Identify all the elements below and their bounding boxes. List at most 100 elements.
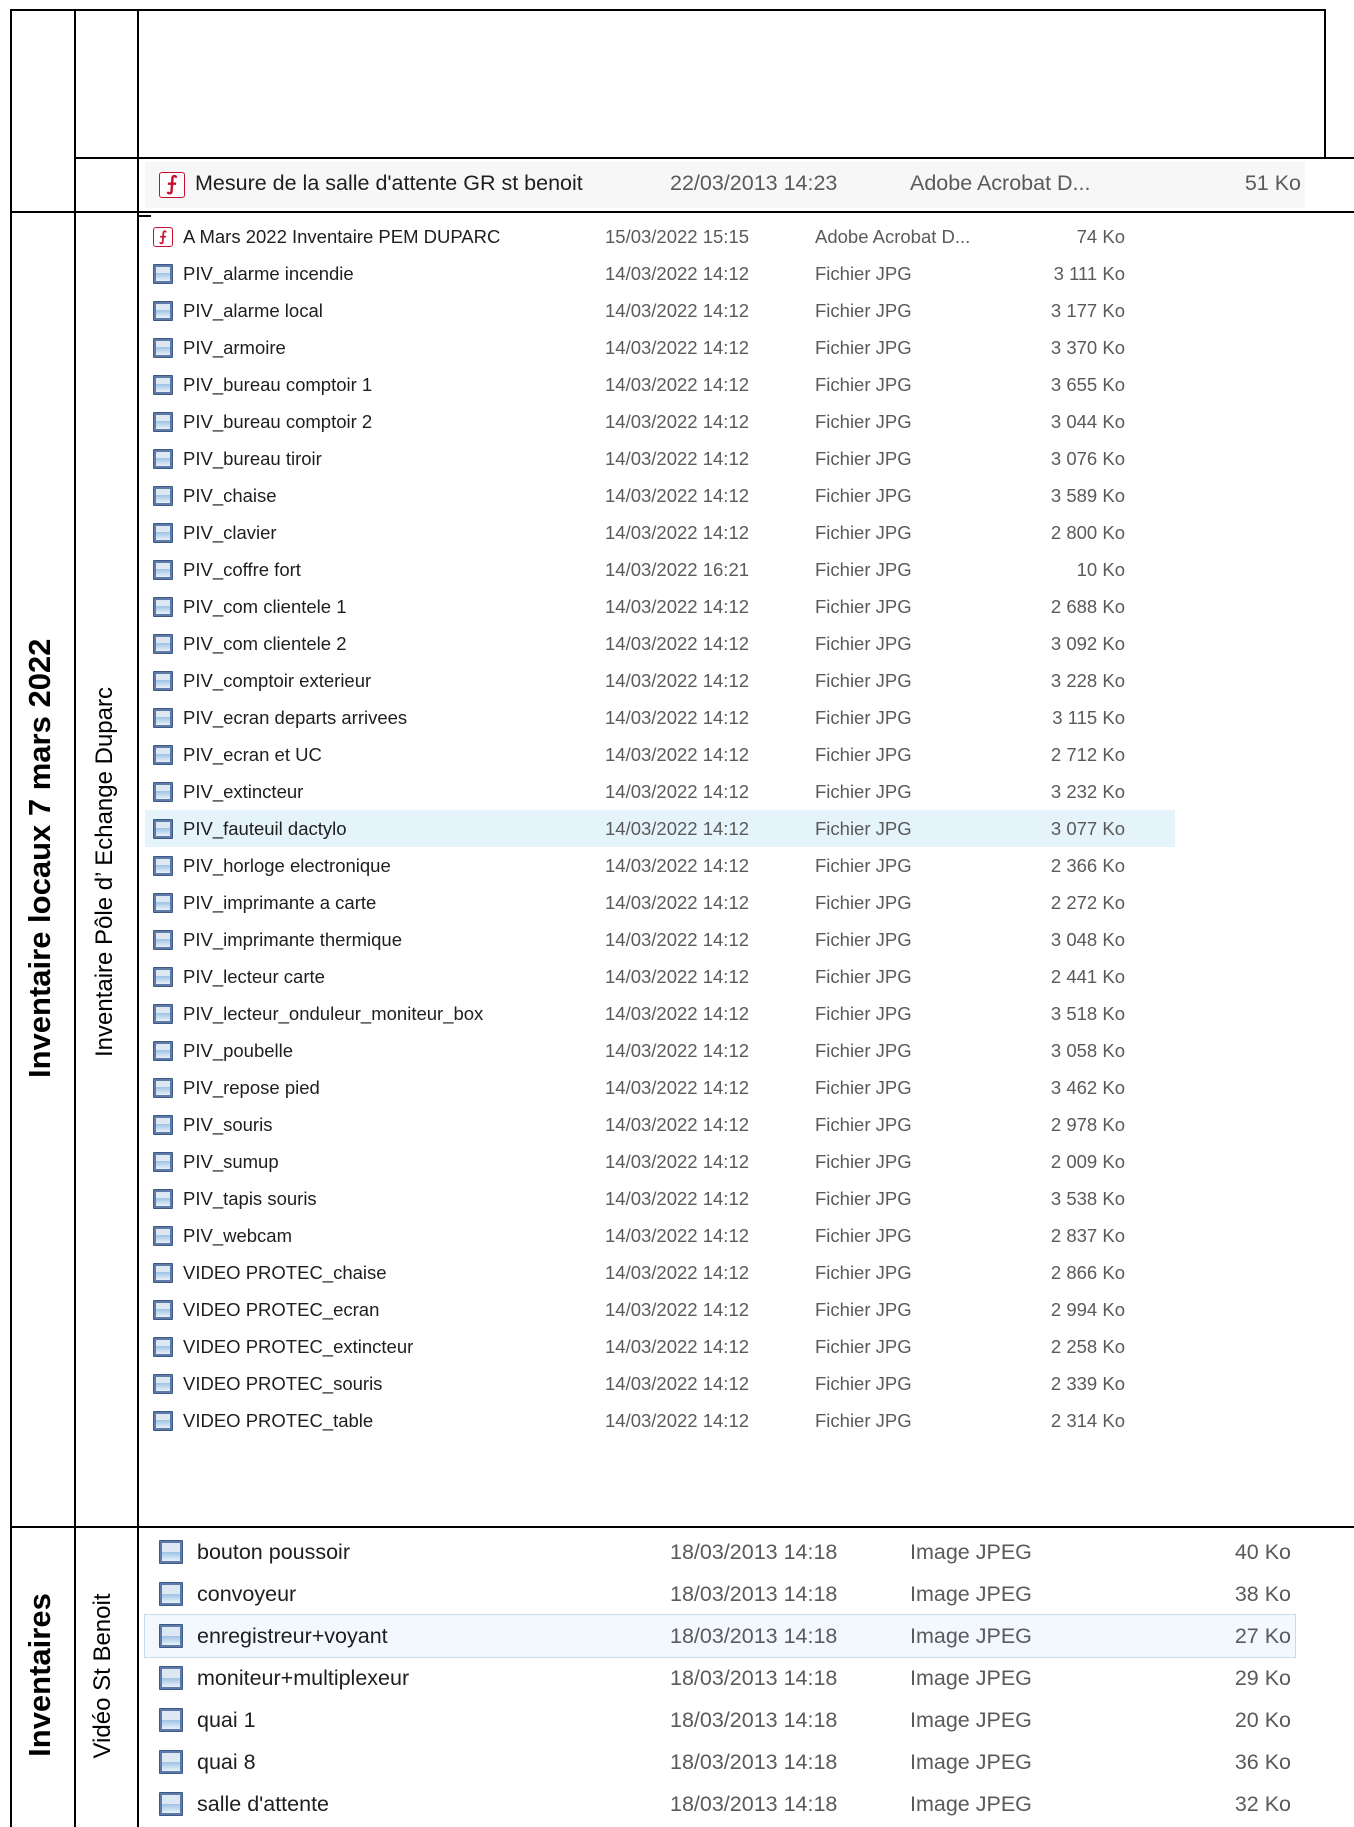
file-name: PIV_extincteur (183, 781, 304, 802)
file-type: Fichier JPG (815, 1040, 912, 1061)
file-list-middle: ⨍ A Mars 2022 Inventaire PEM DUPARC 15/03/… (145, 218, 1175, 1518)
file-name: VIDEO PROTEC_table (183, 1410, 374, 1431)
file-row[interactable]: PIV_bureau comptoir 1 14/03/2022 14:12 Fic… (145, 366, 1175, 403)
file-size: 3 518 Ko (1050, 1003, 1125, 1024)
image-icon (153, 707, 173, 728)
file-row[interactable]: PIV_tapis souris 14/03/2022 14:12 Fichier … (145, 1180, 1175, 1217)
file-row[interactable]: PIV_alarme local 14/03/2022 14:12 Fichier … (145, 292, 1175, 329)
file-size: 3 177 Ko (1050, 300, 1125, 321)
file-name: PIV_lecteur carte (183, 966, 325, 987)
file-date: 14/03/2022 14:12 (605, 1003, 750, 1024)
file-row[interactable]: PIV_comptoir exterieur 14/03/2022 14:12 Fi… (145, 662, 1175, 699)
file-type: Fichier JPG (815, 596, 912, 617)
file-name: PIV_alarme local (183, 300, 323, 321)
table-border-top (10, 9, 1326, 11)
file-row[interactable]: PIV_souris 14/03/2022 14:12 Fichier JPG 2 9… (145, 1106, 1175, 1143)
file-row[interactable]: PIV_webcam 14/03/2022 14:12 Fichier JPG 2 8… (145, 1217, 1175, 1254)
image-icon (153, 411, 173, 432)
file-row[interactable]: PIV_chaise 14/03/2022 14:12 Fichier JPG 3 5… (145, 477, 1175, 514)
file-row[interactable]: PIV_repose pied 14/03/2022 14:12 Fichier J… (145, 1069, 1175, 1106)
file-row[interactable]: PIV_fauteuil dactylo 14/03/2022 14:12 Fich… (145, 810, 1175, 847)
image-icon (153, 670, 173, 691)
file-date: 18/03/2013 14:18 (670, 1750, 838, 1774)
file-row[interactable]: PIV_extincteur 14/03/2022 14:12 Fichier JP… (145, 773, 1175, 810)
file-date: 14/03/2022 14:12 (605, 744, 750, 765)
file-row[interactable]: VIDEO PROTEC_table 14/03/2022 14:12 Fichie… (145, 1402, 1175, 1439)
file-type: Image JPEG (910, 1624, 1032, 1648)
file-row[interactable]: PIV_ecran et UC 14/03/2022 14:12 Fichier J… (145, 736, 1175, 773)
file-date: 14/03/2022 14:12 (605, 1151, 750, 1172)
file-row[interactable]: salle d'attente 18/03/2013 14:18 Image JPE… (145, 1783, 1295, 1825)
image-icon (159, 1624, 183, 1648)
file-name: PIV_souris (183, 1114, 273, 1135)
file-size: 3 370 Ko (1050, 337, 1125, 358)
file-size: 3 115 Ko (1052, 707, 1125, 728)
file-size: 20 Ko (1234, 1708, 1291, 1732)
file-name: PIV_bureau comptoir 2 (183, 411, 373, 432)
file-name: PIV_poubelle (183, 1040, 294, 1061)
file-row[interactable]: PIV_lecteur carte 14/03/2022 14:12 Fichier… (145, 958, 1175, 995)
file-row[interactable]: PIV_imprimante a carte 14/03/2022 14:12 Fi… (145, 884, 1175, 921)
file-date: 22/03/2013 14:23 (670, 171, 838, 195)
file-size: 51 Ko (1244, 171, 1301, 195)
file-row[interactable]: bouton poussoir 18/03/2013 14:18 Image JPE… (145, 1531, 1295, 1573)
file-type: Image JPEG (910, 1540, 1032, 1564)
image-icon (159, 1750, 183, 1774)
file-type: Fichier JPG (815, 411, 912, 432)
file-type: Fichier JPG (815, 1225, 912, 1246)
file-row[interactable]: PIV_coffre fort 14/03/2022 16:21 Fichier J… (145, 551, 1175, 588)
file-name: PIV_horloge electronique (183, 855, 391, 876)
file-size: 2 339 Ko (1050, 1373, 1125, 1394)
file-date: 14/03/2022 14:12 (605, 1410, 750, 1431)
file-name: PIV_coffre fort (183, 559, 301, 580)
file-row[interactable]: PIV_alarme incendie 14/03/2022 14:12 Fichi… (145, 255, 1175, 292)
file-date: 14/03/2022 14:12 (605, 1040, 750, 1061)
file-row[interactable]: PIV_imprimante thermique 14/03/2022 14:12… (145, 921, 1175, 958)
file-date: 14/03/2022 14:12 (605, 1225, 750, 1246)
file-date: 14/03/2022 16:21 (605, 559, 750, 580)
table-border-right (1324, 9, 1326, 159)
image-icon (153, 929, 173, 950)
file-name: PIV_chaise (183, 485, 277, 506)
file-row[interactable]: VIDEO PROTEC_ecran 14/03/2022 14:12 Fichie… (145, 1291, 1175, 1328)
file-row[interactable]: moniteur+multiplexeur 18/03/2013 14:18 Ima… (145, 1657, 1295, 1699)
file-row[interactable]: ⨍ Mesure de la salle d'attente GR st beno… (145, 162, 1305, 208)
file-row[interactable]: PIV_horloge electronique 14/03/2022 14:12… (145, 847, 1175, 884)
image-icon (159, 1666, 183, 1690)
file-row[interactable]: enregistreur+voyant 18/03/2013 14:18 Image… (144, 1614, 1296, 1658)
file-row[interactable]: PIV_clavier 14/03/2022 14:12 Fichier JPG 2 … (145, 514, 1175, 551)
file-type: Image JPEG (910, 1792, 1032, 1816)
file-row[interactable]: VIDEO PROTEC_souris 14/03/2022 14:12 Fichi… (145, 1365, 1175, 1402)
file-row[interactable]: PIV_bureau tiroir 14/03/2022 14:12 Fichier… (145, 440, 1175, 477)
file-type: Image JPEG (910, 1708, 1032, 1732)
image-icon (153, 744, 173, 765)
file-row[interactable]: PIV_lecteur_onduleur_moniteur_box 14/03/2… (145, 995, 1175, 1032)
file-row[interactable]: PIV_armoire 14/03/2022 14:12 Fichier JPG 3 … (145, 329, 1175, 366)
file-row[interactable]: quai 8 18/03/2013 14:18 Image JPEG 36 Ko (145, 1741, 1295, 1783)
image-icon (153, 1299, 173, 1320)
file-type: Fichier JPG (815, 744, 912, 765)
file-type: Fichier JPG (815, 1151, 912, 1172)
file-size: 2 712 Ko (1050, 744, 1125, 765)
file-row[interactable]: quai 1 18/03/2013 14:18 Image JPEG 20 Ko (145, 1699, 1295, 1741)
file-row[interactable]: PIV_sumup 14/03/2022 14:12 Fichier JPG 2 00… (145, 1143, 1175, 1180)
file-type: Image JPEG (910, 1750, 1032, 1774)
file-row[interactable]: VIDEO PROTEC_chaise 14/03/2022 14:12 Fichi… (145, 1254, 1175, 1291)
file-row[interactable]: PIV_com clientele 1 14/03/2022 14:12 Fichi… (145, 588, 1175, 625)
image-icon (153, 855, 173, 876)
file-row[interactable]: PIV_bureau comptoir 2 14/03/2022 14:12 Fic… (145, 403, 1175, 440)
file-date: 14/03/2022 14:12 (605, 337, 750, 358)
file-row[interactable]: ⨍ A Mars 2022 Inventaire PEM DUPARC 15/03/… (145, 218, 1175, 255)
file-row[interactable]: VIDEO PROTEC_extincteur 14/03/2022 14:12 F… (145, 1328, 1175, 1365)
file-size: 29 Ko (1234, 1666, 1291, 1690)
file-size: 3 228 Ko (1050, 670, 1125, 691)
file-date: 14/03/2022 14:12 (605, 1188, 750, 1209)
file-row[interactable]: PIV_ecran departs arrivees 14/03/2022 14:… (145, 699, 1175, 736)
file-row[interactable]: convoyeur 18/03/2013 14:18 Image JPEG 38 Ko (145, 1573, 1295, 1615)
file-type: Fichier JPG (815, 670, 912, 691)
file-row[interactable]: PIV_com clientele 2 14/03/2022 14:12 Fichi… (145, 625, 1175, 662)
file-row[interactable]: PIV_poubelle 14/03/2022 14:12 Fichier JPG 3… (145, 1032, 1175, 1069)
file-date: 14/03/2022 14:12 (605, 300, 750, 321)
file-type: Fichier JPG (815, 855, 912, 876)
file-date: 18/03/2013 14:18 (670, 1666, 838, 1690)
